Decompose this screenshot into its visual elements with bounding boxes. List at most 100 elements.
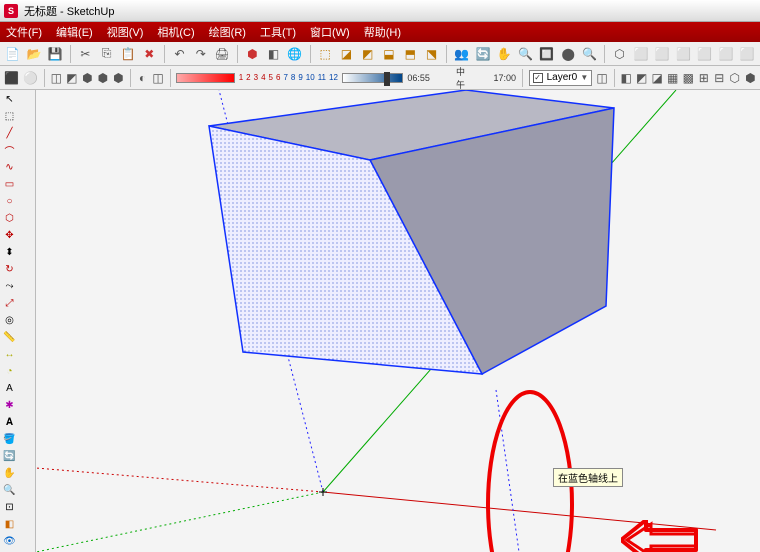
scale-tool-icon[interactable]: ⤢	[2, 296, 17, 311]
titlebar: S 无标题 - SketchUp	[0, 0, 760, 22]
time-start: 06:55	[407, 73, 430, 83]
solid5-icon[interactable]: ⬔	[423, 45, 440, 63]
new-icon[interactable]: 📄	[4, 45, 21, 63]
xray-icon[interactable]: ◐	[137, 69, 149, 87]
prev-icon[interactable]: ⬤	[560, 45, 577, 63]
shadow-icon[interactable]: ⬛	[4, 69, 19, 87]
line-tool-icon[interactable]: ╱	[2, 126, 17, 141]
zoom-icon[interactable]: 🔍	[517, 45, 534, 63]
open-icon[interactable]: 📂	[25, 45, 42, 63]
layer-mgr-icon[interactable]: ◫	[596, 69, 608, 87]
face-icon[interactable]: ◧	[265, 45, 282, 63]
circle-tool-icon[interactable]: ○	[2, 194, 17, 209]
fog-icon[interactable]: ⚪	[23, 69, 38, 87]
3d-viewport[interactable]: 在蓝色轴线上	[36, 90, 760, 552]
next-icon[interactable]: 🔍	[581, 45, 598, 63]
zoom2-tool-icon[interactable]: 🔍	[2, 483, 17, 498]
layer-select[interactable]: ✓ Layer0 ▼	[529, 70, 593, 86]
e7-icon[interactable]: ⊟	[714, 69, 726, 87]
e6-icon[interactable]: ⊞	[698, 69, 710, 87]
tape-tool-icon[interactable]: 📏	[2, 330, 17, 345]
select-tool-icon[interactable]: ↖	[2, 92, 17, 107]
freehand-tool-icon[interactable]: ∿	[2, 160, 17, 175]
e4-icon[interactable]: ▦	[667, 69, 679, 87]
pushpull-tool-icon[interactable]: ⬍	[2, 245, 17, 260]
menu-help[interactable]: 帮助(H)	[364, 24, 401, 40]
layer-name: Layer0	[547, 72, 578, 83]
e9-icon[interactable]: ⬢	[745, 69, 757, 87]
cut-icon[interactable]: ✂	[77, 45, 94, 63]
menu-edit[interactable]: 编辑(E)	[56, 24, 93, 40]
position-tool-icon[interactable]: 👁	[2, 534, 17, 549]
arc-tool-icon[interactable]: ⌒	[2, 143, 17, 158]
eraser-tool-icon[interactable]: ⬚	[2, 109, 17, 124]
copy-icon[interactable]: ⎘	[98, 45, 115, 63]
solid1-icon[interactable]: ◪	[338, 45, 355, 63]
prot-tool-icon[interactable]: ◔	[2, 364, 17, 379]
left-icon[interactable]: ⬜	[717, 45, 734, 63]
style3-icon[interactable]: ⬢	[82, 69, 94, 87]
top-icon[interactable]: ⬜	[632, 45, 649, 63]
back-icon[interactable]: ⬜	[696, 45, 713, 63]
solid3-icon[interactable]: ⬓	[380, 45, 397, 63]
time-slider[interactable]	[342, 73, 403, 83]
move-tool-icon[interactable]: ✥	[2, 228, 17, 243]
app-icon: S	[4, 4, 18, 18]
section-tool-icon[interactable]: ◧	[2, 517, 17, 532]
menu-draw[interactable]: 绘图(R)	[209, 24, 246, 40]
inference-tooltip: 在蓝色轴线上	[553, 468, 623, 487]
bottom-icon[interactable]: ⬜	[739, 45, 756, 63]
menu-window[interactable]: 窗口(W)	[310, 24, 350, 40]
paint-tool-icon[interactable]: 🪣	[2, 432, 17, 447]
style5-icon[interactable]: ⬢	[113, 69, 125, 87]
solid2-icon[interactable]: ◩	[359, 45, 376, 63]
redo-icon[interactable]: ↷	[192, 45, 209, 63]
pan2-tool-icon[interactable]: ✋	[2, 466, 17, 481]
window-title: 无标题 - SketchUp	[24, 3, 114, 19]
e1-icon[interactable]: ◧	[620, 69, 632, 87]
style4-icon[interactable]: ⬢	[97, 69, 109, 87]
solid4-icon[interactable]: ⬒	[402, 45, 419, 63]
zoom-window-icon[interactable]: 🔲	[538, 45, 555, 63]
e5-icon[interactable]: ▩	[682, 69, 694, 87]
text-tool-icon[interactable]: A	[2, 381, 17, 396]
style1-icon[interactable]: ◫	[51, 69, 63, 87]
menubar[interactable]: 文件(F) 编辑(E) 视图(V) 相机(C) 绘图(R) 工具(T) 窗口(W…	[0, 22, 760, 42]
walk-icon[interactable]: 👥	[453, 45, 470, 63]
rotate-tool-icon[interactable]: ↻	[2, 262, 17, 277]
annotation-arrow	[621, 520, 701, 552]
3dtext-tool-icon[interactable]: 𝐀	[2, 415, 17, 430]
e2-icon[interactable]: ◩	[636, 69, 648, 87]
menu-tools[interactable]: 工具(T)	[260, 24, 296, 40]
save-icon[interactable]: 💾	[47, 45, 64, 63]
polygon-tool-icon[interactable]: ⬡	[2, 211, 17, 226]
orbit2-tool-icon[interactable]: 🔄	[2, 449, 17, 464]
orbit-icon[interactable]: 🔄	[474, 45, 491, 63]
iso-icon[interactable]: ⬡	[611, 45, 628, 63]
date-slider[interactable]	[176, 73, 234, 83]
e8-icon[interactable]: ⬡	[729, 69, 741, 87]
pan-icon[interactable]: ✋	[496, 45, 513, 63]
delete-icon[interactable]: ✖	[141, 45, 158, 63]
offset-tool-icon[interactable]: ◎	[2, 313, 17, 328]
undo-icon[interactable]: ↶	[171, 45, 188, 63]
print-icon[interactable]: 🖨	[213, 45, 230, 63]
axes-tool-icon[interactable]: ✱	[2, 398, 17, 413]
follow-tool-icon[interactable]: ⤳	[2, 279, 17, 294]
e3-icon[interactable]: ◪	[651, 69, 663, 87]
dim-tool-icon[interactable]: ↔	[2, 347, 17, 362]
zoomext-tool-icon[interactable]: ⊡	[2, 500, 17, 515]
time-mid: 中午	[456, 65, 468, 91]
model-icon[interactable]: ⬢	[244, 45, 261, 63]
front-icon[interactable]: ⬜	[654, 45, 671, 63]
menu-view[interactable]: 视图(V)	[107, 24, 144, 40]
component-icon[interactable]: ⬚	[316, 45, 333, 63]
rect-tool-icon[interactable]: ▭	[2, 177, 17, 192]
paste-icon[interactable]: 📋	[119, 45, 136, 63]
menu-camera[interactable]: 相机(C)	[157, 24, 194, 40]
menu-file[interactable]: 文件(F)	[6, 24, 42, 40]
geo-icon[interactable]: 🌐	[286, 45, 303, 63]
style2-icon[interactable]: ◩	[66, 69, 78, 87]
right-icon[interactable]: ⬜	[675, 45, 692, 63]
wire-icon[interactable]: ◫	[152, 69, 164, 87]
